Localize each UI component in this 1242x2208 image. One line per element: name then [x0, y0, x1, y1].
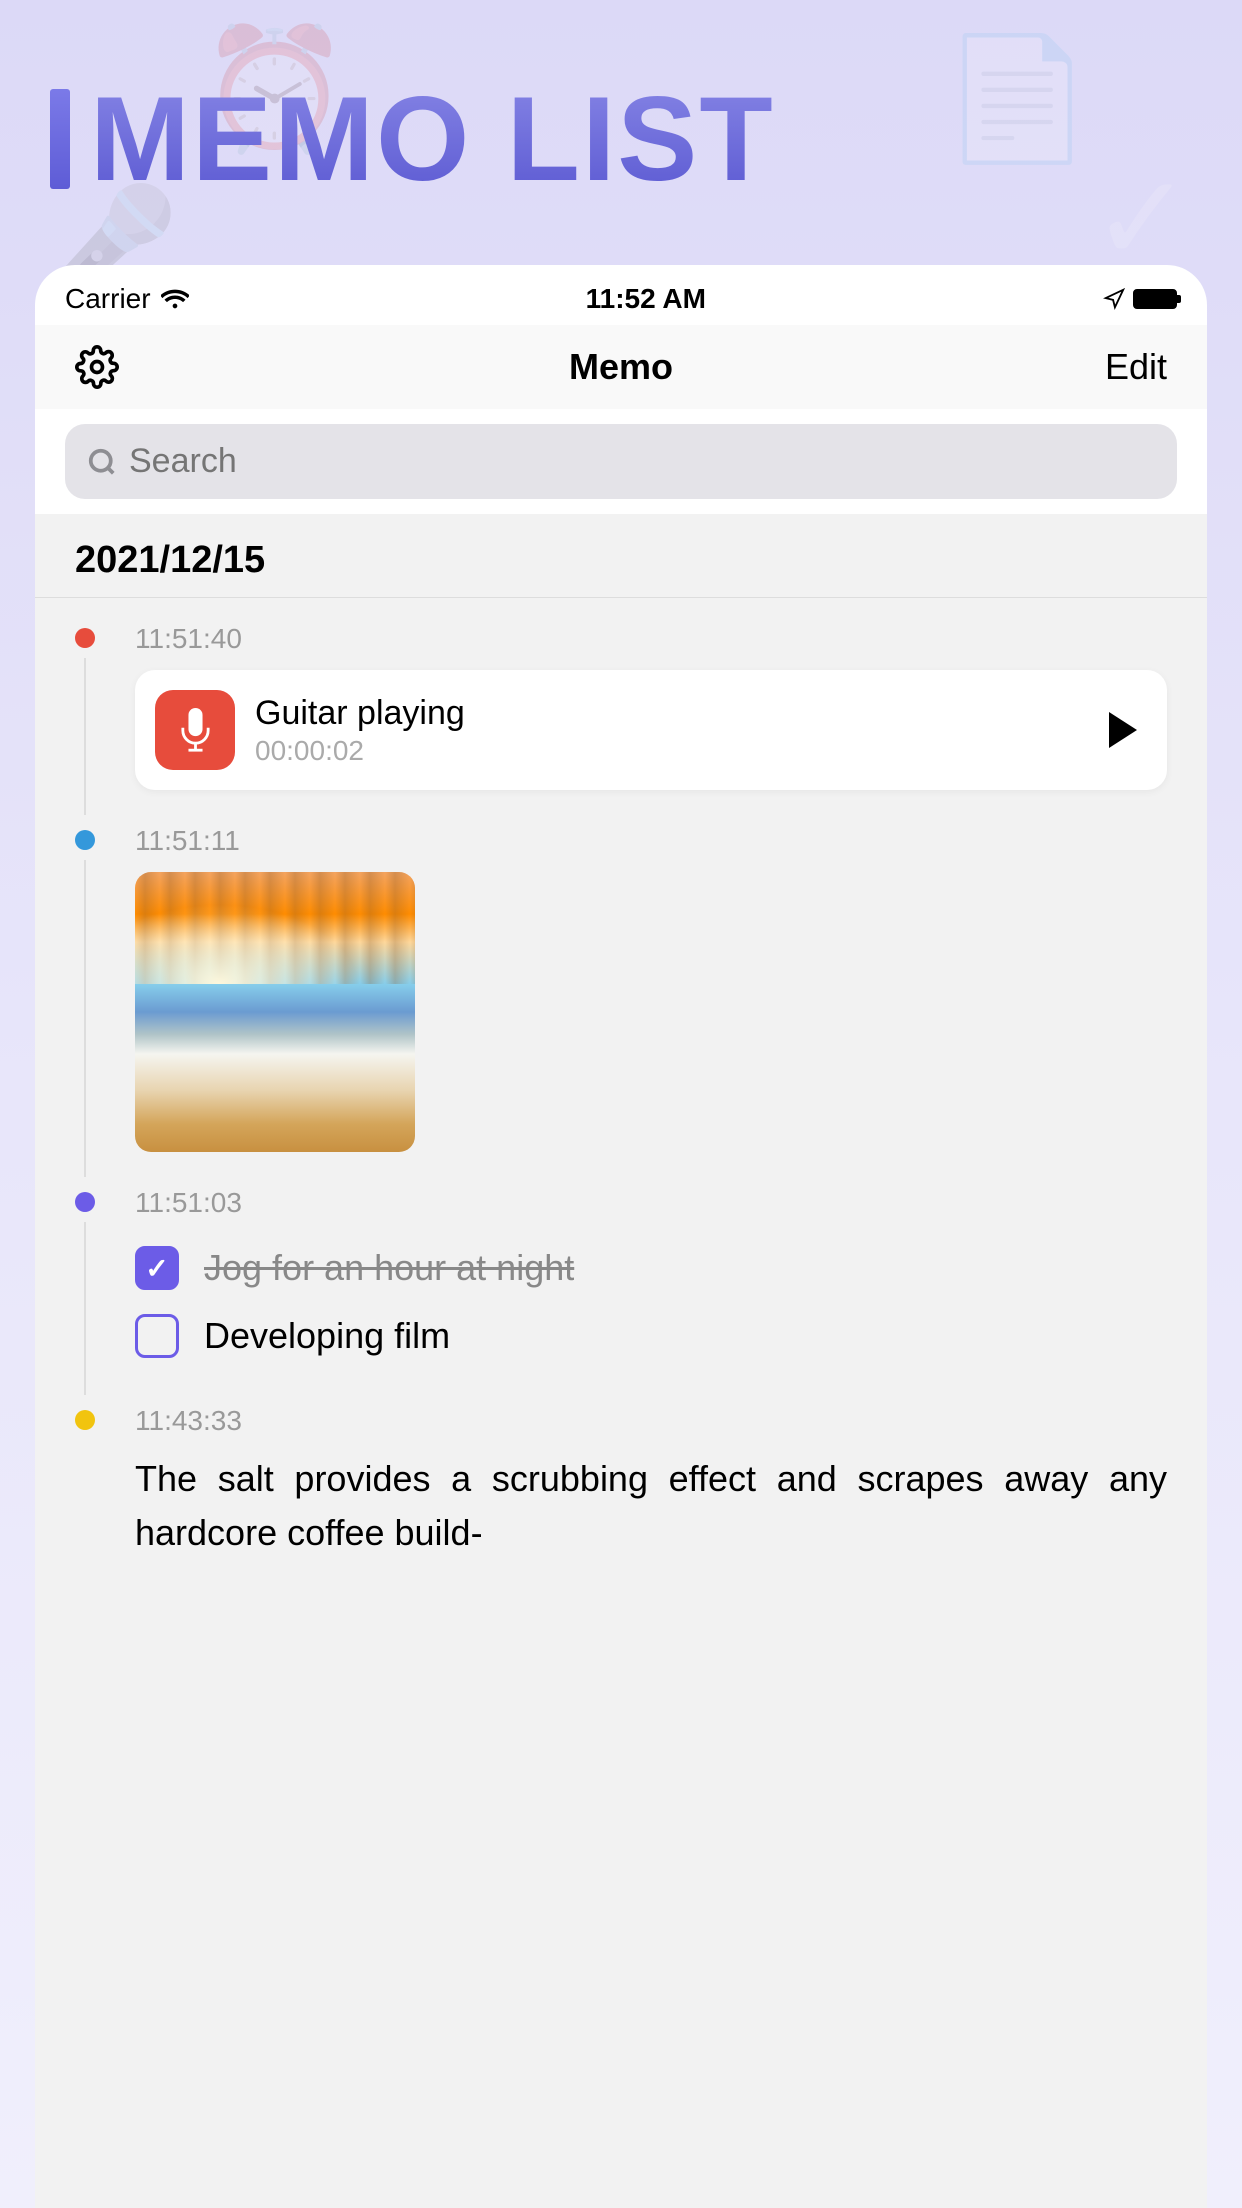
- date-header: 2021/12/15: [35, 524, 1207, 598]
- memo-list-content: 2021/12/15 11:51:40 Guitar playing 00: [35, 514, 1207, 2208]
- search-icon: [87, 447, 117, 477]
- checkbox-unchecked[interactable]: [135, 1314, 179, 1358]
- status-time: 11:52 AM: [586, 283, 706, 315]
- search-input[interactable]: [129, 442, 1155, 481]
- timeline-line: [84, 1222, 86, 1395]
- entry-timestamp: 11:51:03: [135, 1187, 1167, 1219]
- audio-title: Guitar playing: [255, 694, 1089, 733]
- timeline-dot: [75, 1192, 95, 1212]
- checklist-item: ✓ Jog for an hour at night: [135, 1234, 1167, 1302]
- timeline-dot: [75, 1410, 95, 1430]
- microphone-icon: [178, 708, 213, 753]
- audio-duration: 00:00:02: [255, 735, 1089, 767]
- search-bar[interactable]: [65, 424, 1177, 499]
- checklist-label: Developing film: [204, 1315, 450, 1357]
- checklist-label: Jog for an hour at night: [204, 1247, 574, 1289]
- battery-icon: [1133, 289, 1177, 309]
- location-icon: [1103, 288, 1125, 310]
- wifi-icon: [161, 289, 189, 309]
- nav-title: Memo: [569, 346, 673, 388]
- play-button[interactable]: [1109, 712, 1137, 748]
- title-accent-bar: [50, 89, 70, 189]
- title-text: MEMO LIST: [90, 70, 775, 208]
- text-memo-content[interactable]: The salt provides a scrubbing effect and…: [135, 1452, 1167, 1560]
- entry-timestamp: 11:51:11: [135, 825, 1167, 857]
- timeline-entry-checklist: 11:51:03 ✓ Jog for an hour at night Deve…: [35, 1177, 1207, 1395]
- phone-frame: Carrier 11:52 AM Memo Edit: [35, 265, 1207, 2208]
- audio-info: Guitar playing 00:00:02: [255, 694, 1089, 767]
- audio-memo-card[interactable]: Guitar playing 00:00:02: [135, 670, 1167, 790]
- audio-icon-box: [155, 690, 235, 770]
- timeline-dot: [75, 628, 95, 648]
- timeline-line: [84, 860, 86, 1177]
- status-left: Carrier: [65, 283, 189, 315]
- edit-button[interactable]: Edit: [1105, 346, 1167, 388]
- checkmark-icon: ✓: [145, 1252, 168, 1285]
- gear-icon[interactable]: [75, 345, 119, 389]
- checkbox-checked[interactable]: ✓: [135, 1246, 179, 1290]
- entry-timestamp: 11:51:40: [135, 623, 1167, 655]
- carrier-label: Carrier: [65, 283, 151, 315]
- status-right: [1103, 288, 1177, 310]
- nav-bar: Memo Edit: [35, 325, 1207, 409]
- status-bar: Carrier 11:52 AM: [35, 265, 1207, 325]
- checklist-item: Developing film: [135, 1302, 1167, 1370]
- timeline-entry-text: 11:43:33 The salt provides a scrubbing e…: [35, 1395, 1207, 1585]
- timeline-line: [84, 658, 86, 815]
- timeline-dot: [75, 830, 95, 850]
- timeline-entry-audio: 11:51:40 Guitar playing 00:00:02: [35, 613, 1207, 815]
- entry-timestamp: 11:43:33: [135, 1405, 1167, 1437]
- page-title: MEMO LIST: [50, 70, 775, 208]
- timeline-entry-image: 11:51:11: [35, 815, 1207, 1177]
- memo-image-sunset-beach[interactable]: [135, 872, 415, 1152]
